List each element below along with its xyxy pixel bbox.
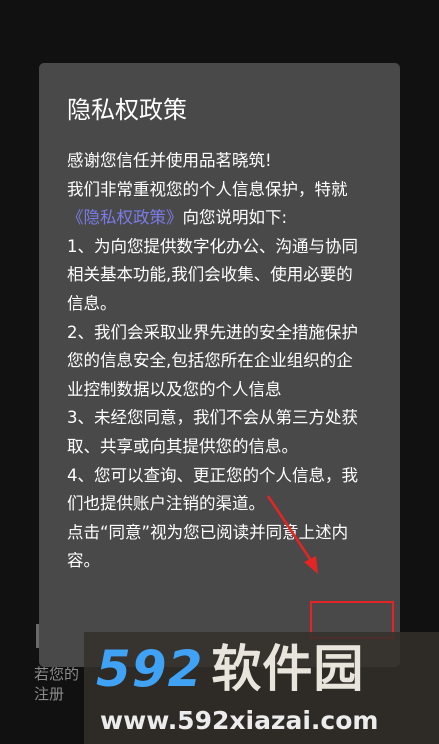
item1-line-1: 1、为向您提供数字化办公、沟通与协同 xyxy=(67,236,358,256)
item3-line-2: 取、共享或向其提供您的信息。 xyxy=(67,436,298,456)
privacy-policy-dialog: 隐私权政策 感谢您信任并使用品茗晓筑! 我们非常重视您的个人信息保护，特就 《隐… xyxy=(39,63,400,667)
watermark-logo-text: 软件园 xyxy=(211,640,365,698)
watermark-logo: 592 软件园 xyxy=(96,642,364,696)
intro-text: 我们非常重视您的个人信息保护，特就 xyxy=(67,179,348,199)
item4-line-2: 们也提供账户注销的渠道。 xyxy=(67,494,265,514)
watermark-banner: 592 软件园 www.592xiazai.com xyxy=(84,632,439,744)
item4-line-1: 4、您可以查询、更正您的个人信息，我 xyxy=(67,465,358,485)
dialog-body: 感谢您信任并使用品茗晓筑! 我们非常重视您的个人信息保护，特就 《隐私权政策》向… xyxy=(67,147,370,576)
item1-line-2: 相关基本功能,我们会收集、使用必要的 xyxy=(67,265,353,285)
item2-line-3: 业控制数据以及您的个人信息 xyxy=(67,379,282,399)
watermark-logo-number: 592 xyxy=(96,640,204,698)
item3-line-1: 3、未经您同意，我们不会从第三方处获 xyxy=(67,408,358,428)
item1-line-3: 信息。 xyxy=(67,293,117,313)
thanks-text: 感谢您信任并使用品茗晓筑! xyxy=(67,151,272,170)
item2-line-1: 2、我们会采取业界先进的安全措施保护 xyxy=(67,322,358,342)
background-text-1: 若您的 xyxy=(34,665,80,683)
watermark-url: www.592xiazai.com xyxy=(100,706,379,735)
intro-end-text: 向您说明如下: xyxy=(182,208,288,228)
item2-line-2: 您的信息安全,包括您所在企业组织的企 xyxy=(67,351,353,371)
consent-line-1: 点击“同意”视为您已阅读并同意上述内 xyxy=(67,522,349,542)
background-register-link[interactable]: 注册 xyxy=(34,684,64,704)
privacy-policy-link[interactable]: 《隐私权政策》 xyxy=(67,208,183,227)
dialog-title: 隐私权政策 xyxy=(67,96,187,124)
consent-line-2: 容。 xyxy=(67,551,100,571)
intro-line-2: 《隐私权政策》向您说明如下: xyxy=(67,204,370,233)
